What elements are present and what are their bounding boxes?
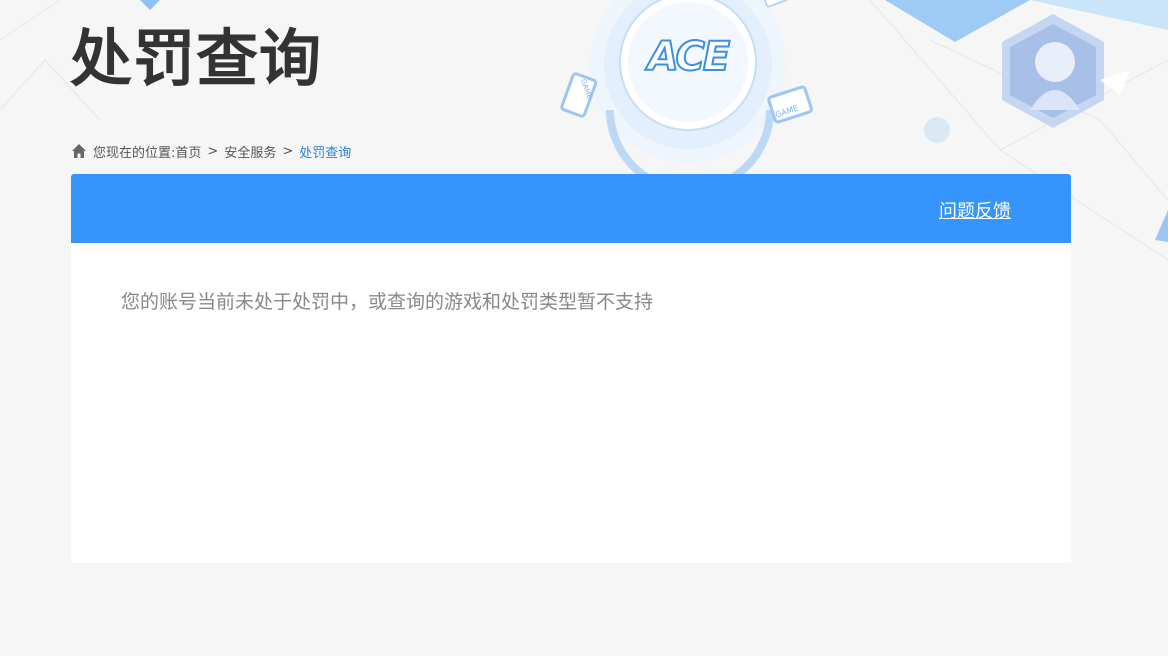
breadcrumb-home-link[interactable]: 首页	[175, 142, 201, 161]
home-icon	[72, 144, 86, 158]
page-title: 处罚查询	[70, 22, 323, 95]
panel-header: 问题反馈	[71, 174, 1071, 243]
breadcrumb-separator: >	[282, 143, 294, 159]
result-panel: 问题反馈 您的账号当前未处于处罚中，或查询的游戏和处罚类型暂不支持	[71, 174, 1071, 563]
breadcrumb-security-link[interactable]: 安全服务	[224, 142, 276, 161]
game-badge-right: GAME	[774, 103, 800, 120]
breadcrumb-separator: >	[207, 143, 219, 159]
breadcrumb: 您现在的位置: 首页 > 安全服务 > 处罚查询	[71, 142, 352, 161]
result-message: 您的账号当前未处于处罚中，或查询的游戏和处罚类型暂不支持	[121, 291, 654, 313]
ace-logo: ACE	[636, 33, 740, 81]
game-badge-left: GAME	[579, 77, 594, 101]
ace-logo-text: ACE	[647, 33, 731, 81]
breadcrumb-current: 处罚查询	[299, 145, 352, 161]
breadcrumb-prefix: 您现在的位置:	[93, 145, 176, 161]
feedback-link[interactable]: 问题反馈	[939, 197, 1011, 223]
